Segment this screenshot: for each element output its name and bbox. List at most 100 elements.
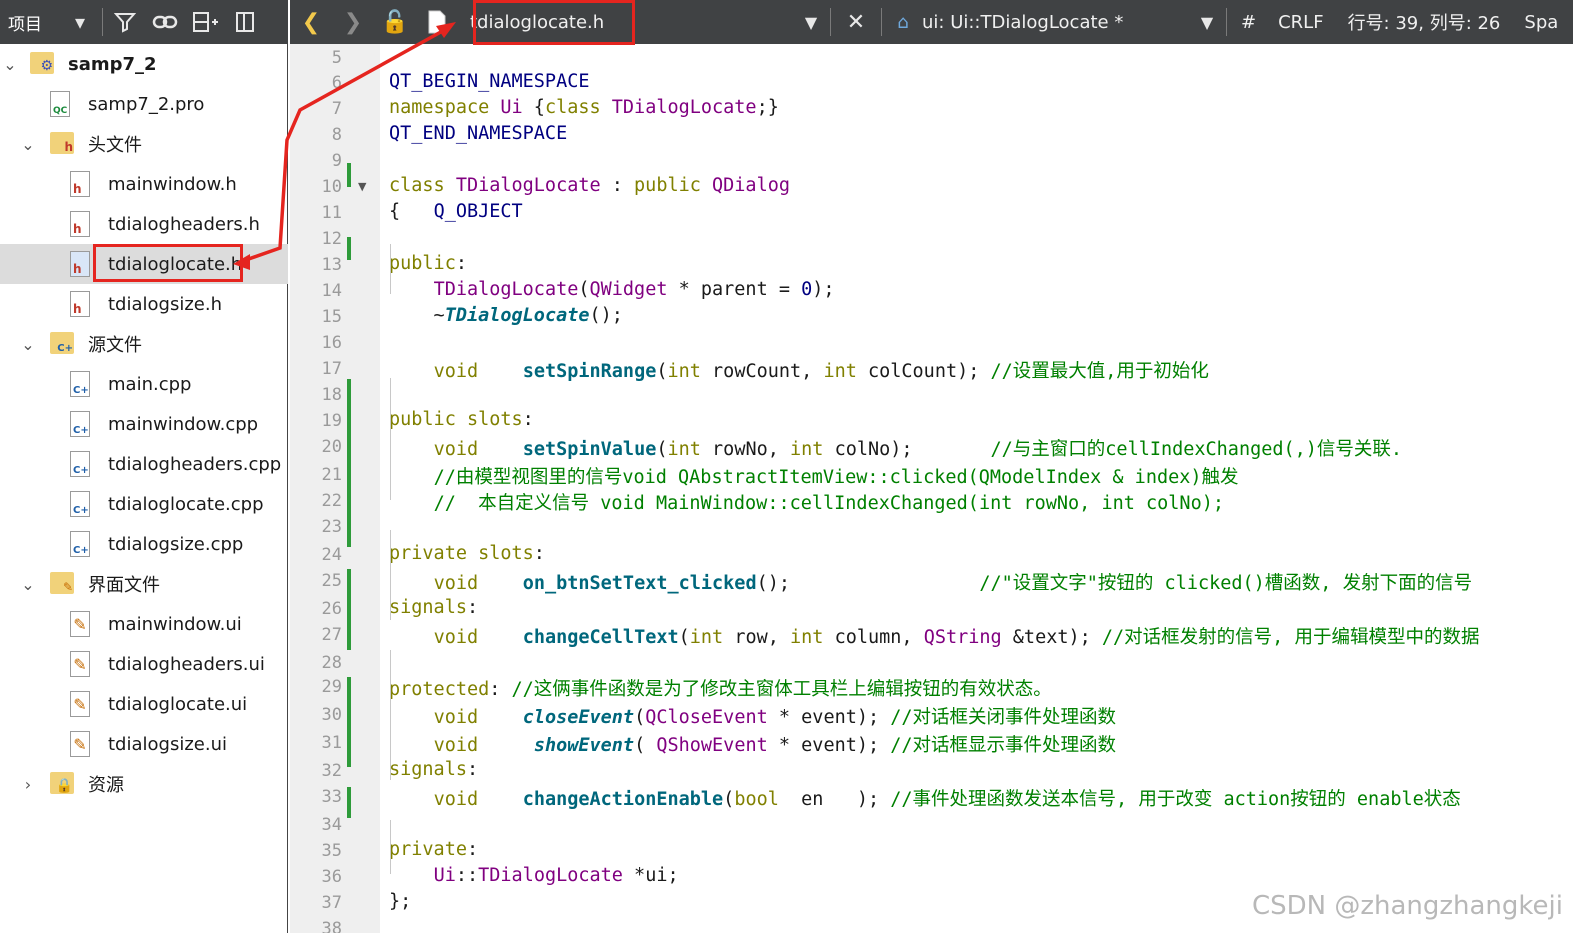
code-line: //由模型视图里的信号void QAbstractItemView::click… <box>389 463 1239 489</box>
code-token: changeActionEnable <box>522 789 724 810</box>
code-token: ( <box>656 361 668 382</box>
tree-group-headers[interactable]: ⌄ h 头文件 <box>0 124 288 164</box>
ui-file-icon: ✎ <box>70 731 90 757</box>
close-document-icon[interactable]: ✕ <box>835 0 877 44</box>
line-number: 22 <box>321 491 342 511</box>
forward-arrow-icon[interactable]: ❯ <box>332 0 374 44</box>
code-token: ); <box>812 279 835 300</box>
change-marker <box>347 677 351 767</box>
highlight-box-tab <box>473 0 635 45</box>
tree-item-file[interactable]: ✎ tdialoglocate.ui <box>0 684 288 724</box>
code-token: signals <box>389 597 467 618</box>
back-arrow-icon[interactable]: ❮ <box>290 0 332 44</box>
file-label: mainwindow.h <box>108 173 237 195</box>
tree-item-file[interactable]: h tdialogsize.h <box>0 284 288 324</box>
code-token: : <box>489 679 512 700</box>
line-number: 28 <box>321 653 342 673</box>
symbol-dropdown-icon[interactable]: ▼ <box>1192 0 1222 44</box>
cpp-file-icon: C+ <box>70 531 90 557</box>
line-number: 25 <box>321 571 342 591</box>
tree-item-pro-file[interactable]: QC samp7_2.pro <box>0 84 288 124</box>
line-number: 27 <box>321 625 342 645</box>
code-token: : <box>533 543 545 564</box>
code-token: void <box>433 573 479 594</box>
chevron-right-icon[interactable]: › <box>18 775 38 794</box>
cursor-position[interactable]: 行号: 39, 列号: 26 <box>1336 9 1513 35</box>
code-token: private <box>389 839 467 860</box>
pro-file-label: samp7_2.pro <box>88 93 205 115</box>
code-line: QT_END_NAMESPACE <box>389 123 567 144</box>
code-token: QShowEvent <box>656 735 768 756</box>
toolbar-separator <box>830 8 831 36</box>
lock-icon[interactable]: 🔓 <box>374 0 416 44</box>
line-number: 10 <box>321 177 342 197</box>
file-dropdown-icon[interactable]: ▼ <box>796 0 826 44</box>
tree-item-file[interactable]: C+ tdialogheaders.cpp <box>0 444 288 484</box>
file-label: tdialogsize.h <box>108 293 222 315</box>
tree-item-file[interactable]: h tdialogheaders.h <box>0 204 288 244</box>
tree-project-root[interactable]: ⌄ ⚙ samp7_2 <box>0 44 288 84</box>
code-line: public: <box>389 253 467 274</box>
fold-toggle-icon[interactable]: ▼ <box>358 180 366 193</box>
hash-indicator[interactable]: # <box>1231 12 1266 33</box>
tree-item-file[interactable]: ✎ tdialogsize.ui <box>0 724 288 764</box>
code-editor[interactable]: QT_BEGIN_NAMESPACE namespace Ui {class TD… <box>380 44 1573 933</box>
code-line: void changeActionEnable(bool en ); //事件处… <box>389 785 1461 811</box>
chevron-down-icon[interactable]: ⌄ <box>18 575 38 594</box>
header-file-icon: h <box>70 291 90 317</box>
file-label: mainwindow.ui <box>108 613 242 635</box>
chevron-down-icon[interactable]: ⌄ <box>0 55 20 74</box>
code-token: * event); <box>767 707 891 728</box>
tree-item-file[interactable]: h mainwindow.h <box>0 164 288 204</box>
line-ending-indicator[interactable]: CRLF <box>1266 12 1335 33</box>
code-token: //对话框发射的信号, 用于编辑模型中的数据 <box>1101 627 1480 648</box>
change-marker <box>347 569 351 650</box>
tree-group-resources[interactable]: › 🔒 资源 <box>0 764 288 804</box>
tree-item-file[interactable]: C+ tdialoglocate.cpp <box>0 484 288 524</box>
tree-item-file[interactable]: ✎ mainwindow.ui <box>0 604 288 644</box>
symbol-selector[interactable]: ui: Ui::TDialogLocate * <box>920 12 1192 33</box>
filter-icon[interactable] <box>105 0 145 44</box>
dropdown-icon[interactable]: ▾ <box>60 0 100 44</box>
split-add-icon[interactable] <box>185 0 225 44</box>
code-token: int <box>790 439 824 460</box>
tree-item-file[interactable]: C+ main.cpp <box>0 364 288 404</box>
chevron-down-icon[interactable]: ⌄ <box>18 335 38 354</box>
file-icon <box>416 0 458 44</box>
link-icon[interactable] <box>145 0 185 44</box>
close-pane-icon[interactable] <box>225 0 265 44</box>
line-number: 11 <box>321 203 342 223</box>
file-label: tdialogsize.cpp <box>108 533 244 555</box>
tree-item-file[interactable]: C+ tdialogsize.cpp <box>0 524 288 564</box>
tree-group-forms[interactable]: ⌄ ✎ 界面文件 <box>0 564 288 604</box>
tree-item-file[interactable]: ✎ tdialogheaders.ui <box>0 644 288 684</box>
toolbar-separator <box>102 8 103 36</box>
code-line: // 本自定义信号 void MainWindow::cellIndexChan… <box>389 489 1224 515</box>
change-marker <box>347 237 351 260</box>
code-token: ~ <box>389 305 445 326</box>
line-number: 26 <box>321 599 342 619</box>
code-token: QDialog <box>712 175 790 196</box>
code-token: : <box>455 253 467 274</box>
code-token: { <box>389 201 434 222</box>
source-folder-icon: C+ <box>50 332 74 354</box>
tree-group-sources[interactable]: ⌄ C+ 源文件 <box>0 324 288 364</box>
chevron-down-icon[interactable]: ⌄ <box>18 135 38 154</box>
indentation-indicator[interactable]: Spa <box>1512 12 1558 33</box>
cpp-file-icon: C+ <box>70 371 90 397</box>
code-token: rowCount, <box>700 361 824 382</box>
code-line: void on_btnSetText_clicked(); //"设置文字"按钮… <box>389 569 1473 595</box>
code-token: Ui <box>500 97 523 118</box>
code-token: (); <box>589 305 623 326</box>
code-token: colNo); <box>823 439 991 460</box>
tree-item-file[interactable]: C+ mainwindow.cpp <box>0 404 288 444</box>
code-line: void setSpinRange(int rowCount, int colC… <box>389 357 1209 383</box>
line-number: 7 <box>331 99 342 119</box>
code-token: public <box>389 253 456 274</box>
cpp-file-icon: C+ <box>70 411 90 437</box>
